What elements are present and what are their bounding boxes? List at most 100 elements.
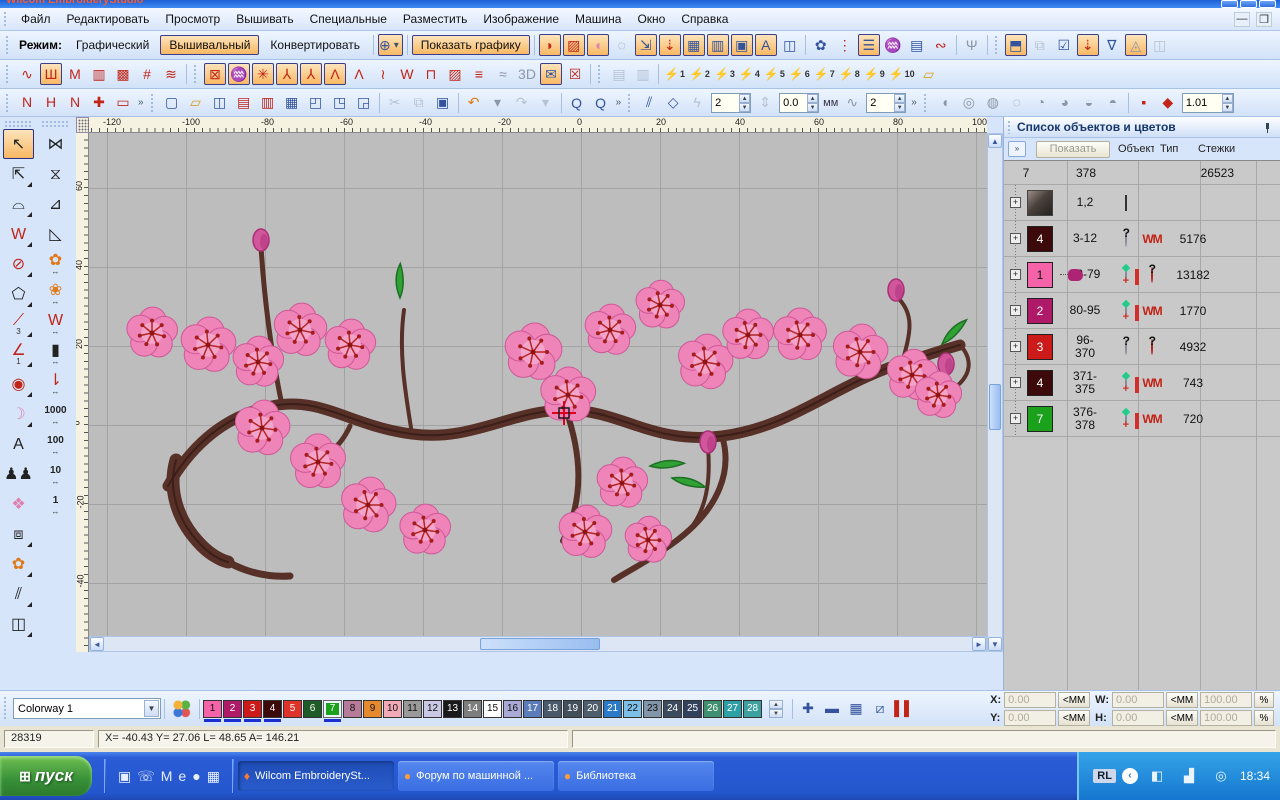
show-graphics-button[interactable]: Показать графику xyxy=(412,35,530,55)
show-button[interactable]: Показать xyxy=(1036,141,1110,158)
column-header-type[interactable]: Тип xyxy=(1160,143,1188,155)
node-a-icon[interactable]: ◖ xyxy=(934,91,956,113)
recall-3-icon[interactable]: ⚡3 xyxy=(713,63,736,85)
expand-plus-icon[interactable]: + xyxy=(1010,377,1021,388)
auto-fit-icon[interactable]: ⬒ xyxy=(1005,34,1027,56)
maxthon-icon[interactable]: M xyxy=(161,768,173,784)
node-c-icon[interactable]: ◍ xyxy=(982,92,1004,114)
color-swatch-5[interactable]: 5 xyxy=(283,700,302,718)
line-tool-1-tool[interactable]: ∠1 xyxy=(3,339,34,369)
print-icon[interactable]: ▦ xyxy=(281,92,303,114)
language-indicator[interactable]: RL xyxy=(1093,769,1116,783)
mirror-horizontal-tool[interactable]: ⋈ xyxy=(40,129,71,159)
object-row[interactable]: +113-7913182 xyxy=(1004,257,1280,293)
zigzag-stitch-icon[interactable]: M xyxy=(64,63,86,85)
color-swatch-14[interactable]: 14 xyxy=(463,700,482,718)
w-mm-button[interactable]: <MM xyxy=(1166,692,1198,708)
lettering-icon[interactable]: A xyxy=(755,34,777,56)
fence-fill-icon[interactable]: ♒ xyxy=(228,63,250,85)
toolbar-grip[interactable] xyxy=(4,120,33,128)
doc-restore-button[interactable]: ❐ xyxy=(1256,12,1272,27)
reshape-object-tool[interactable]: ⇱ xyxy=(3,159,34,189)
notes-a-icon[interactable]: ▤ xyxy=(608,63,630,85)
node-d-icon[interactable]: ◌ xyxy=(1006,91,1028,113)
expand-plus-icon[interactable]: + xyxy=(1010,341,1021,352)
menu-item-2[interactable]: Редактировать xyxy=(59,9,158,29)
object-row[interactable]: +1,2 xyxy=(1004,185,1280,221)
grid-icon[interactable]: ▦ xyxy=(683,34,705,56)
doc-minimize-button[interactable]: — xyxy=(1234,12,1250,27)
color-swatch-10[interactable]: 10 xyxy=(383,700,402,718)
ribbon-stitch-icon[interactable]: ≀ xyxy=(372,63,394,85)
wave-stitch-icon[interactable]: W xyxy=(396,63,418,85)
design-overview-icon[interactable]: ✿ xyxy=(810,34,832,56)
object-color-swatch[interactable]: 2 xyxy=(1027,298,1053,324)
stitch-marks-icon[interactable]: ⋮ xyxy=(834,34,856,56)
design-properties-icon[interactable]: ◫ xyxy=(779,34,801,56)
color-object-list-icon[interactable]: ☰ xyxy=(858,34,880,56)
send-to-machine-icon[interactable]: ◳ xyxy=(329,92,351,114)
cut-icon[interactable]: ✂ xyxy=(384,92,406,114)
add-color-icon[interactable]: ✚ xyxy=(797,698,819,720)
menu-item-7[interactable]: Изображение xyxy=(475,9,567,29)
color-swatch-19[interactable]: 19 xyxy=(563,700,582,718)
center-design-icon[interactable]: ✚ xyxy=(88,92,110,114)
color-swatch-22[interactable]: 22 xyxy=(623,700,642,718)
open-line-3-tool[interactable]: ⟋3 xyxy=(3,309,34,339)
task-button-1[interactable]: ♦Wilcom EmbroiderySt... xyxy=(238,761,394,791)
density-meter-icon[interactable]: ♒ xyxy=(882,34,904,56)
toolbar-grip[interactable] xyxy=(3,696,8,721)
fill-tatami-icon[interactable]: ▨ xyxy=(563,34,585,56)
object-color-swatch[interactable]: 3 xyxy=(1027,334,1053,360)
buddy-tool-tool[interactable]: ♟♟ xyxy=(3,459,34,489)
h-field[interactable]: 0.00 xyxy=(1112,710,1164,726)
needle-spacing-tool[interactable]: ⇂↔ xyxy=(40,369,71,399)
fountain-fill-b-icon[interactable]: ⅄ xyxy=(300,63,322,85)
tatami-fill-icon[interactable]: ▥ xyxy=(88,63,110,85)
recall-9-icon[interactable]: ⚡9 xyxy=(863,63,886,85)
scribble-fill-icon[interactable]: ≈ xyxy=(492,63,514,85)
remove-color-icon[interactable]: ▬ xyxy=(821,697,843,719)
show-needle-icon[interactable]: N xyxy=(64,91,86,113)
color-swatch-17[interactable]: 17 xyxy=(523,700,542,718)
toolbar-grip[interactable] xyxy=(994,35,999,55)
scroll-up-button[interactable]: ▲ xyxy=(988,134,1002,148)
calculator-icon[interactable]: ▦ xyxy=(207,768,220,785)
globe-dropdown-button[interactable]: ⊕▾ xyxy=(378,34,403,56)
line-fill-icon[interactable]: ≡ xyxy=(468,63,490,85)
run-stitch-icon[interactable]: ∿ xyxy=(16,63,38,85)
y-field[interactable]: 0.00 xyxy=(1004,710,1056,726)
mirror-vertical-tool[interactable]: ⧖ xyxy=(40,159,71,189)
elastic-lettering-b-tool[interactable]: ❀↔ xyxy=(40,279,71,309)
zoom-out-icon[interactable]: Q xyxy=(590,92,612,114)
print-preview-icon[interactable]: ◰ xyxy=(305,92,327,114)
florentine-tool-tool[interactable]: ✿ xyxy=(3,549,34,579)
recall-6-icon[interactable]: ⚡6 xyxy=(788,63,811,85)
ruler-origin-button[interactable] xyxy=(76,117,89,133)
stitch-outline-icon[interactable]: ◇ xyxy=(662,92,684,114)
mode-button[interactable]: Конвертировать xyxy=(261,35,369,55)
closed-shape-tool[interactable]: ⬠ xyxy=(3,279,34,309)
notes-b-icon[interactable]: ▥ xyxy=(632,63,654,85)
internet-icon[interactable]: e xyxy=(178,768,186,784)
toolbar-overflow-chevron[interactable]: » xyxy=(613,97,625,108)
paste-icon[interactable]: ▣ xyxy=(432,92,454,114)
recall-2-icon[interactable]: ⚡2 xyxy=(688,63,711,85)
network-icon[interactable]: ◧ xyxy=(1144,768,1170,784)
toolbar-grip[interactable] xyxy=(150,93,155,112)
expand-plus-icon[interactable]: + xyxy=(1010,305,1021,316)
vertical-scroll-thumb[interactable] xyxy=(989,384,1001,430)
palette-editor-icon[interactable] xyxy=(172,699,192,719)
color-swatch-27[interactable]: 27 xyxy=(723,700,742,718)
background-picture-icon[interactable]: ▣ xyxy=(731,34,753,56)
color-swatch-15[interactable]: 15 xyxy=(483,700,502,718)
stitch-select-red-icon[interactable]: ▪ xyxy=(1133,91,1155,113)
design-canvas[interactable] xyxy=(89,133,987,652)
node-f-icon[interactable]: ◕ xyxy=(1054,91,1076,113)
toolbar-grip[interactable] xyxy=(627,93,632,112)
fill-satin-icon[interactable]: ◗ xyxy=(539,34,561,56)
menu-item-10[interactable]: Справка xyxy=(673,9,736,29)
stitch-width-tool[interactable]: W↔ xyxy=(40,309,71,339)
color-swatch-13[interactable]: 13 xyxy=(443,700,462,718)
y-mm-button[interactable]: <MM xyxy=(1058,710,1090,726)
